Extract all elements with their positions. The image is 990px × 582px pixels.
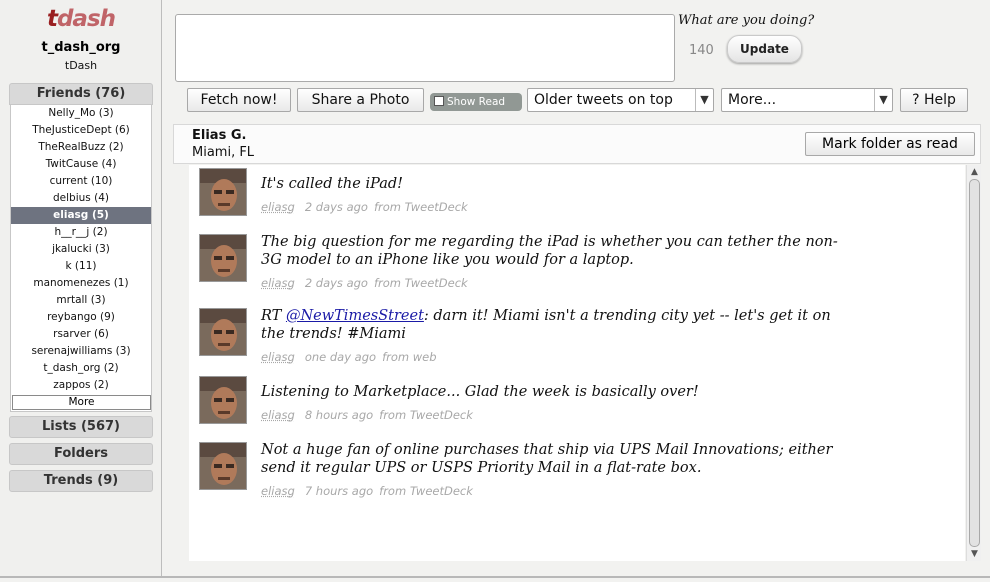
mark-folder-read-button[interactable]: Mark folder as read — [805, 132, 975, 156]
update-button[interactable]: Update — [727, 35, 802, 63]
friends-list: Nelly_Mo (3) TheJusticeDept (6) TheRealB… — [10, 105, 152, 412]
tdash-logo[interactable]: tdash — [0, 6, 162, 32]
chevron-down-icon: ▼ — [874, 89, 892, 111]
status-prompt: What are you doing? — [678, 13, 815, 28]
tweet-author-link[interactable]: eliasg — [261, 408, 295, 422]
show-read-toggle[interactable]: Show Read — [430, 93, 522, 111]
tweet-body: The big question for me regarding the iP… — [261, 234, 838, 268]
scroll-up-arrow-icon[interactable]: ▲ — [968, 165, 981, 179]
share-photo-button[interactable]: Share a Photo — [297, 88, 424, 112]
friend-item[interactable]: h__r__j (2) — [11, 224, 151, 241]
tweet-meta: eliasg one day ago from web — [261, 350, 437, 364]
friend-item[interactable]: manomenezes (1) — [11, 275, 151, 292]
tweet-meta: eliasg 7 hours ago from TweetDeck — [261, 484, 473, 498]
folders-section-header[interactable]: Folders — [9, 443, 153, 465]
tweet-source: from TweetDeck — [373, 200, 468, 214]
tweet-order-value: Older tweets on top — [534, 92, 673, 108]
logo-dash: dash — [56, 6, 116, 32]
friend-item-selected[interactable]: eliasg (5) — [11, 207, 151, 224]
tweet-timestamp[interactable]: 2 days ago — [305, 276, 368, 290]
show-read-checkbox[interactable] — [434, 96, 444, 106]
more-friends-button[interactable]: More — [12, 395, 151, 410]
tweet-timestamp[interactable]: 2 days ago — [305, 200, 368, 214]
folder-name: Elias G. — [192, 128, 247, 143]
friend-item[interactable]: reybango (9) — [11, 309, 151, 326]
chevron-down-icon: ▼ — [695, 89, 713, 111]
friend-item[interactable]: serenajwilliams (3) — [11, 343, 151, 360]
friend-item[interactable]: TheJusticeDept (6) — [11, 122, 151, 139]
tweet-list-scrollbar[interactable]: ▲ ▼ — [966, 165, 981, 561]
user-avatar[interactable] — [199, 308, 247, 356]
logo-t: t — [46, 6, 58, 32]
folder-location: Miami, FL — [192, 145, 255, 160]
friend-item[interactable]: jkalucki (3) — [11, 241, 151, 258]
more-actions-value: More... — [728, 92, 777, 108]
scroll-down-arrow-icon[interactable]: ▼ — [968, 547, 981, 561]
user-avatar[interactable] — [199, 168, 247, 216]
tweet-timestamp[interactable]: one day ago — [305, 350, 376, 364]
status-input[interactable] — [175, 14, 675, 82]
tweet-meta: eliasg 8 hours ago from TweetDeck — [261, 408, 473, 422]
folder-header: Elias G. Miami, FL Mark folder as read — [173, 124, 981, 164]
tweet-body: RT — [261, 308, 286, 324]
friend-item[interactable]: current (10) — [11, 173, 151, 190]
more-actions-select[interactable]: More... ▼ — [721, 88, 893, 112]
tweet-timestamp[interactable]: 8 hours ago — [305, 408, 373, 422]
lists-section-header[interactable]: Lists (567) — [9, 416, 153, 438]
trends-section-header[interactable]: Trends (9) — [9, 470, 153, 492]
tweet-text: Not a huge fan of online purchases that … — [261, 441, 851, 477]
sidebar: tdash t_dash_org tDash Friends (76) Nell… — [0, 0, 162, 576]
mention-link[interactable]: @NewTimesStreet — [286, 308, 424, 324]
friend-item[interactable]: delbius (4) — [11, 190, 151, 207]
show-read-label: Show Read — [447, 96, 506, 108]
friend-item[interactable]: t_dash_org (2) — [11, 360, 151, 377]
tweet-list: It's called the iPad! eliasg 2 days ago fr… — [189, 165, 965, 561]
tweet-author-link[interactable]: eliasg — [261, 484, 295, 498]
friend-item[interactable]: TwitCause (4) — [11, 156, 151, 173]
tweet-meta: eliasg 2 days ago from TweetDeck — [261, 276, 468, 290]
bottom-divider — [0, 576, 990, 578]
account-name: t_dash_org — [41, 40, 121, 55]
tweet-text: RT @NewTimesStreet: darn it! Miami isn't… — [261, 307, 851, 343]
tweet-source: from web — [382, 350, 437, 364]
tweet-author-link[interactable]: eliasg — [261, 350, 295, 364]
scrollbar-thumb[interactable] — [969, 179, 980, 547]
friend-item[interactable]: zappos (2) — [11, 377, 151, 394]
tweet-author-link[interactable]: eliasg — [261, 200, 295, 214]
tweet-body: It's called the iPad! — [261, 176, 403, 192]
user-avatar[interactable] — [199, 442, 247, 490]
account-display-name: tDash — [64, 59, 98, 72]
user-avatar[interactable] — [199, 234, 247, 282]
friend-item[interactable]: rsarver (6) — [11, 326, 151, 343]
fetch-now-button[interactable]: Fetch now! — [187, 88, 291, 112]
help-button[interactable]: ? Help — [900, 88, 968, 112]
tweet-body: Not a huge fan of online purchases that … — [261, 442, 833, 476]
tweet-body: Listening to Marketplace... Glad the wee… — [261, 384, 699, 400]
user-avatar[interactable] — [199, 376, 247, 424]
tweet-timestamp[interactable]: 7 hours ago — [305, 484, 373, 498]
tweet-author-link[interactable]: eliasg — [261, 276, 295, 290]
tweet-text: It's called the iPad! — [261, 175, 851, 193]
character-count: 140 — [689, 43, 714, 58]
tweet-meta: eliasg 2 days ago from TweetDeck — [261, 200, 468, 214]
tweet-source: from TweetDeck — [379, 484, 473, 498]
tweet-text: Listening to Marketplace... Glad the wee… — [261, 383, 851, 401]
friend-item[interactable]: k (11) — [11, 258, 151, 275]
friend-item[interactable]: TheRealBuzz (2) — [11, 139, 151, 156]
tweet-order-select[interactable]: Older tweets on top ▼ — [527, 88, 714, 112]
tweet-source: from TweetDeck — [373, 276, 468, 290]
friends-section-header[interactable]: Friends (76) — [9, 83, 153, 105]
tweet-text: The big question for me regarding the iP… — [261, 233, 851, 269]
friend-item[interactable]: Nelly_Mo (3) — [11, 105, 151, 122]
friend-item[interactable]: mrtall (3) — [11, 292, 151, 309]
tweet-source: from TweetDeck — [379, 408, 473, 422]
